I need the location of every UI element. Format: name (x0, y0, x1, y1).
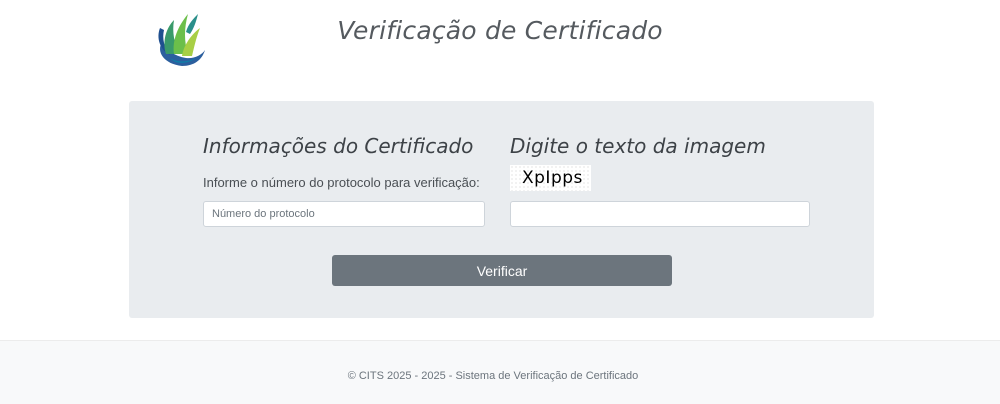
footer: © CITS 2025 - 2025 - Sistema de Verifica… (0, 340, 1000, 404)
page: Verificação de Certificado Informações d… (0, 0, 1000, 404)
page-title: Verificação de Certificado (337, 16, 663, 45)
captcha-image: XpIpps (510, 165, 591, 191)
captcha-heading: Digite o texto da imagem (510, 134, 766, 158)
certificate-info-heading: Informações do Certificado (203, 134, 474, 158)
captcha-input[interactable] (510, 201, 810, 227)
header: Verificação de Certificado (0, 0, 1000, 80)
verify-button[interactable]: Verificar (332, 255, 672, 286)
logo-icon (158, 14, 205, 66)
protocol-number-input[interactable] (203, 201, 485, 227)
footer-copyright: © CITS 2025 - 2025 - Sistema de Verifica… (347, 370, 639, 382)
verification-form: Informações do Certificado Informe o núm… (129, 101, 874, 318)
captcha-text: XpIpps (522, 168, 583, 188)
protocol-helper-text: Informe o número do protocolo para verif… (203, 175, 480, 190)
